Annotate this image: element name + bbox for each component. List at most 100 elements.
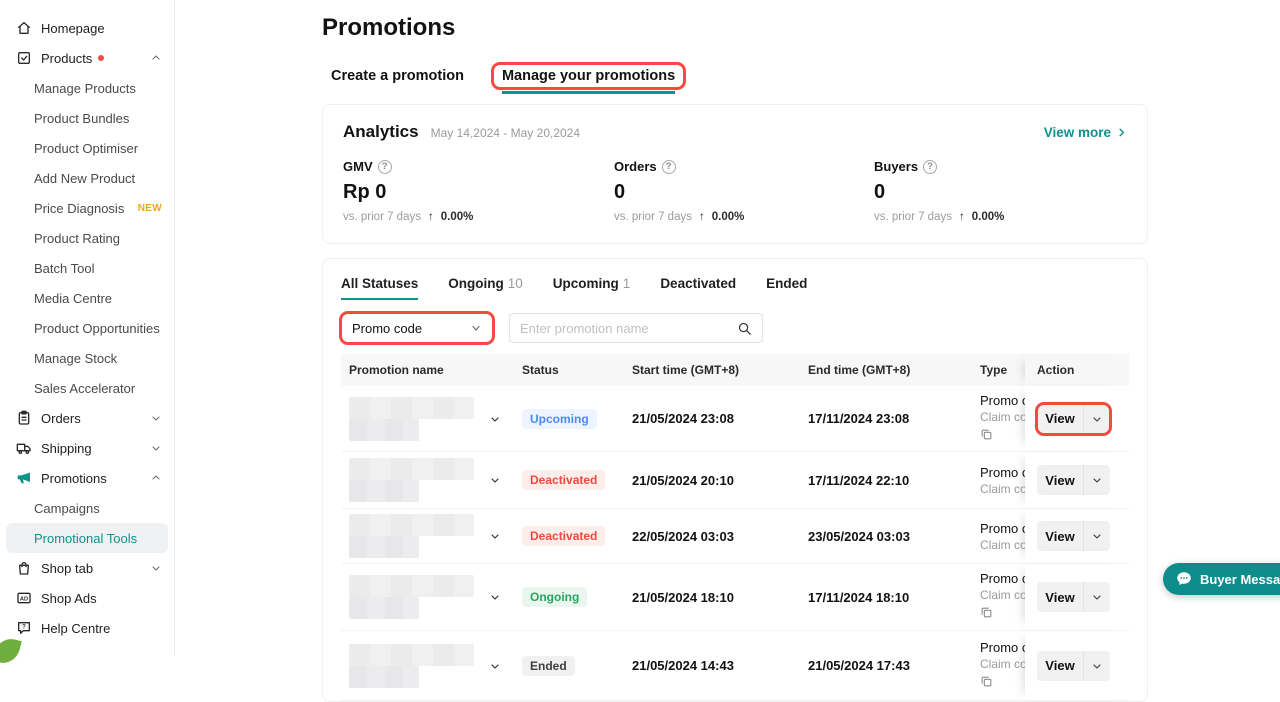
sidebar-item-sales-accelerator[interactable]: Sales Accelerator bbox=[0, 373, 174, 403]
status-badge: Ended bbox=[522, 656, 575, 676]
expand-row-chevron-icon[interactable] bbox=[489, 530, 522, 542]
sidebar-item-promotions[interactable]: Promotions bbox=[0, 463, 174, 493]
promotion-name-redacted bbox=[341, 397, 489, 441]
svg-text:AD: AD bbox=[20, 596, 28, 602]
action-cell: View bbox=[1025, 386, 1129, 451]
help-circle-icon[interactable]: ? bbox=[378, 160, 392, 174]
view-button[interactable]: View bbox=[1037, 651, 1084, 681]
sidebar: Homepage Products Manage Products Product B… bbox=[0, 0, 175, 656]
view-dropdown-button[interactable] bbox=[1084, 465, 1110, 495]
copy-icon[interactable] bbox=[980, 606, 1025, 624]
trend-up-arrow-icon: ↑ bbox=[959, 211, 965, 223]
sidebar-item-product-optimiser[interactable]: Product Optimiser bbox=[0, 133, 174, 163]
status-badge: Ongoing bbox=[522, 587, 587, 607]
column-header-start-time-gmt-8: Start time (GMT+8) bbox=[632, 363, 808, 377]
metric-value: Rp 0 bbox=[343, 181, 614, 204]
view-dropdown-button[interactable] bbox=[1084, 404, 1110, 434]
status-tab-label: Upcoming bbox=[553, 276, 619, 291]
promotion-name-redacted bbox=[341, 644, 489, 688]
metric-delta: 0.00% bbox=[712, 211, 745, 223]
chevron-down-icon bbox=[150, 412, 162, 424]
products-icon bbox=[16, 50, 32, 66]
sidebar-item-shop-tab[interactable]: Shop tab bbox=[0, 553, 174, 583]
sidebar-item-label: Campaigns bbox=[34, 501, 100, 516]
sidebar-item-media-centre[interactable]: Media Centre bbox=[0, 283, 174, 313]
new-badge: NEW bbox=[138, 203, 162, 214]
promotions-table: Promotion nameStatusStart time (GMT+8)En… bbox=[341, 354, 1129, 701]
sidebar-item-shop-ads[interactable]: ADShop Ads bbox=[0, 583, 174, 613]
view-more-link[interactable]: View more bbox=[1044, 125, 1127, 140]
status-tab-all-statuses[interactable]: All Statuses bbox=[341, 276, 418, 300]
type-secondary: Claim code bbox=[980, 537, 1025, 553]
sidebar-item-product-rating[interactable]: Product Rating bbox=[0, 223, 174, 253]
tab-manage-your-promotions[interactable]: Manage your promotions bbox=[502, 62, 675, 94]
status-tab-ended[interactable]: Ended bbox=[766, 276, 807, 300]
sidebar-item-orders[interactable]: Orders bbox=[0, 403, 174, 433]
sidebar-item-product-bundles[interactable]: Product Bundles bbox=[0, 103, 174, 133]
promo-type-select[interactable]: Promo code bbox=[341, 313, 493, 343]
type-primary: Promo code bbox=[980, 520, 1025, 537]
sidebar-item-manage-products[interactable]: Manage Products bbox=[0, 73, 174, 103]
metric-value: 0 bbox=[614, 181, 874, 204]
type-cell: Promo codeClaim code bbox=[980, 520, 1025, 553]
sidebar-item-shipping[interactable]: Shipping bbox=[0, 433, 174, 463]
table-row: Deactivated21/05/2024 20:1017/11/2024 22… bbox=[341, 452, 1129, 509]
view-dropdown-button[interactable] bbox=[1084, 582, 1110, 612]
sidebar-item-label: Product Bundles bbox=[34, 111, 129, 126]
sidebar-item-help-centre[interactable]: ?Help Centre bbox=[0, 613, 174, 643]
sidebar-item-batch-tool[interactable]: Batch Tool bbox=[0, 253, 174, 283]
table-row: Deactivated22/05/2024 03:0323/05/2024 03… bbox=[341, 509, 1129, 564]
copy-icon[interactable] bbox=[980, 428, 1025, 446]
sidebar-item-label: Products bbox=[41, 51, 92, 66]
home-icon bbox=[16, 20, 32, 36]
sidebar-item-label: Shop tab bbox=[41, 561, 93, 576]
help-circle-icon[interactable]: ? bbox=[662, 160, 676, 174]
column-header-action: Action bbox=[1025, 354, 1129, 386]
sidebar-item-products[interactable]: Products bbox=[0, 43, 174, 73]
copy-icon[interactable] bbox=[980, 675, 1025, 693]
view-dropdown-button[interactable] bbox=[1084, 651, 1110, 681]
status-tab-upcoming[interactable]: Upcoming1 bbox=[553, 276, 631, 300]
expand-row-chevron-icon[interactable] bbox=[489, 660, 522, 672]
action-cell: View bbox=[1025, 631, 1129, 700]
trend-up-arrow-icon: ↑ bbox=[428, 211, 434, 223]
sidebar-item-label: Promotional Tools bbox=[34, 531, 137, 546]
sidebar-item-label: Manage Stock bbox=[34, 351, 117, 366]
view-dropdown-button[interactable] bbox=[1084, 521, 1110, 551]
type-cell: Promo codeClaim code bbox=[980, 392, 1025, 446]
view-button[interactable]: View bbox=[1037, 404, 1084, 434]
sidebar-item-manage-stock[interactable]: Manage Stock bbox=[0, 343, 174, 373]
sidebar-item-price-diagnosis[interactable]: Price DiagnosisNEW bbox=[0, 193, 174, 223]
expand-row-chevron-icon[interactable] bbox=[489, 591, 522, 603]
status-tab-deactivated[interactable]: Deactivated bbox=[660, 276, 736, 300]
sidebar-item-add-new-product[interactable]: Add New Product bbox=[0, 163, 174, 193]
sidebar-item-label: Sales Accelerator bbox=[34, 381, 135, 396]
view-button[interactable]: View bbox=[1037, 521, 1084, 551]
status-tab-ongoing[interactable]: Ongoing10 bbox=[448, 276, 523, 300]
metric-buyers: Buyers?0vs. prior 7 days↑0.00% bbox=[874, 159, 1127, 223]
search-input[interactable] bbox=[520, 321, 729, 336]
tab-create-a-promotion[interactable]: Create a promotion bbox=[331, 62, 464, 91]
chevron-down-icon bbox=[150, 562, 162, 574]
expand-row-chevron-icon[interactable] bbox=[489, 413, 522, 425]
view-button[interactable]: View bbox=[1037, 582, 1084, 612]
sidebar-item-campaigns[interactable]: Campaigns bbox=[0, 493, 174, 523]
end-time: 17/11/2024 18:10 bbox=[808, 590, 980, 605]
view-button[interactable]: View bbox=[1037, 465, 1084, 495]
analytics-title: Analytics bbox=[343, 122, 419, 142]
sidebar-item-homepage[interactable]: Homepage bbox=[0, 13, 174, 43]
buyer-messages-button[interactable]: Buyer Messages bbox=[1163, 563, 1280, 595]
sidebar-item-label: Orders bbox=[41, 411, 81, 426]
help-circle-icon[interactable]: ? bbox=[923, 160, 937, 174]
buyer-messages-label: Buyer Messages bbox=[1200, 572, 1280, 587]
metric-compare-label: vs. prior 7 days bbox=[874, 211, 952, 223]
sidebar-item-promotional-tools[interactable]: Promotional Tools bbox=[6, 523, 168, 553]
sidebar-item-label: Promotions bbox=[41, 471, 107, 486]
notification-dot bbox=[98, 55, 104, 61]
chat-bubble-icon bbox=[1175, 570, 1193, 588]
expand-row-chevron-icon[interactable] bbox=[489, 474, 522, 486]
search-icon[interactable] bbox=[737, 321, 752, 336]
sidebar-item-product-opportunities[interactable]: Product Opportunities bbox=[0, 313, 174, 343]
promotions-icon bbox=[16, 470, 32, 486]
type-secondary: Claim code bbox=[980, 481, 1025, 497]
